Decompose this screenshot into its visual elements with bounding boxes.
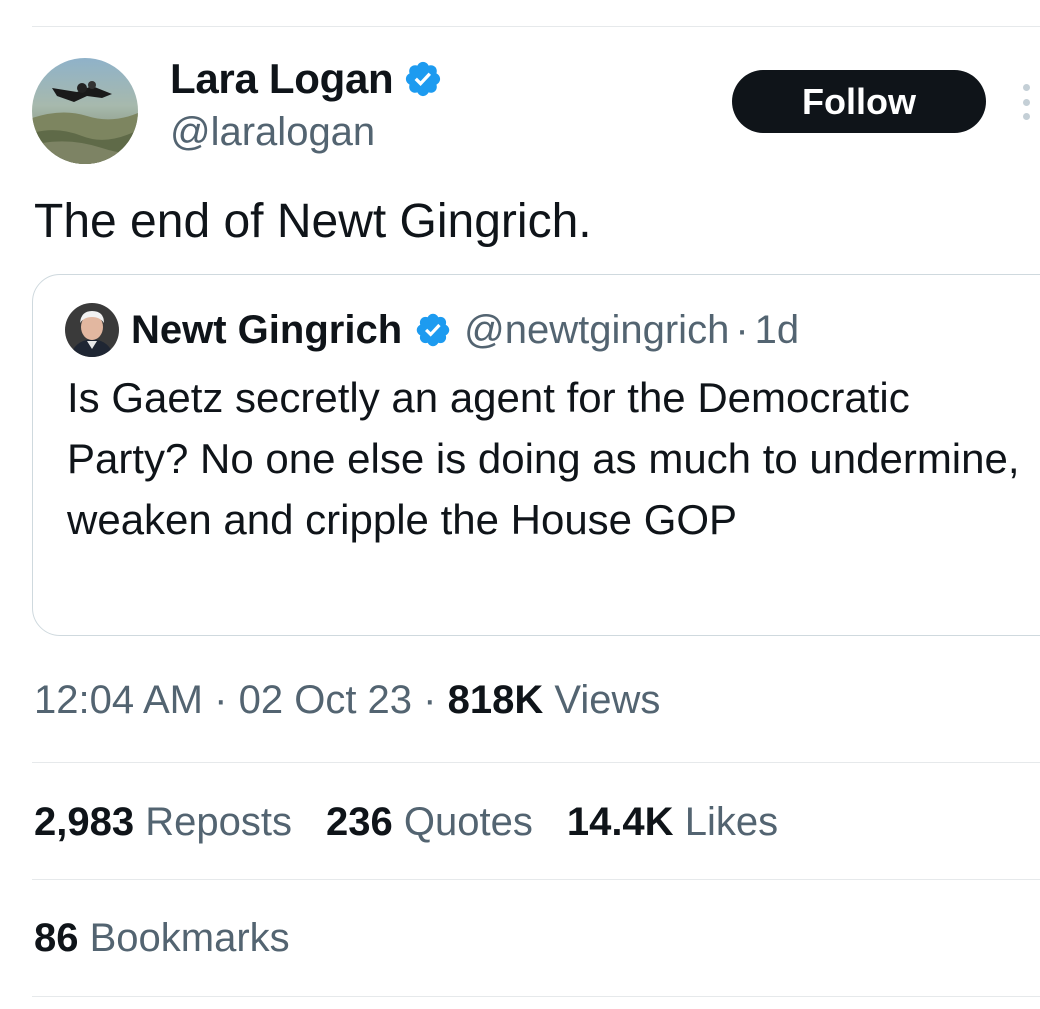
- bookmarks-label: Bookmarks: [89, 916, 290, 960]
- author-handle[interactable]: @laralogan: [170, 110, 375, 155]
- skydiver-avatar-icon: [32, 58, 138, 164]
- meta-separator: ·: [214, 678, 228, 722]
- views-count: 818K: [447, 678, 544, 722]
- likes-count: 14.4K: [566, 800, 674, 844]
- quote-text: Is Gaetz secretly an agent for the Democ…: [67, 374, 1020, 543]
- quotes-stat[interactable]: 236 Quotes: [326, 800, 533, 845]
- divider: [32, 879, 1040, 880]
- quotes-count: 236: [325, 800, 393, 844]
- quote-author-handle: @newtgingrich: [464, 307, 730, 352]
- quotes-label: Quotes: [403, 800, 533, 844]
- reposts-count: 2,983: [34, 800, 135, 844]
- meta-separator: ·: [423, 678, 437, 722]
- quoted-tweet-card[interactable]: Newt Gingrich @newtgingrich · 1d Is Gaet…: [32, 274, 1040, 636]
- author-name-row: Lara Logan: [170, 55, 443, 103]
- quote-author-name: Newt Gingrich: [131, 307, 403, 352]
- tweet-date[interactable]: 02 Oct 23: [239, 678, 412, 722]
- top-divider: [32, 26, 1040, 27]
- quote-header: Newt Gingrich @newtgingrich · 1d: [131, 303, 799, 357]
- tweet-text: The end of Newt Gingrich.: [34, 195, 592, 248]
- portrait-avatar-icon: [65, 303, 119, 357]
- author-avatar[interactable]: [32, 58, 138, 164]
- tweet-meta: 12:04 AM · 02 Oct 23 · 818K Views: [34, 678, 660, 723]
- reposts-label: Reposts: [145, 800, 292, 844]
- views-label: Views: [554, 678, 661, 722]
- divider: [32, 996, 1040, 997]
- more-options-icon[interactable]: [1018, 84, 1034, 120]
- likes-stat[interactable]: 14.4K Likes: [567, 800, 778, 845]
- quote-timestamp: 1d: [754, 307, 800, 352]
- reposts-stat[interactable]: 2,983 Reposts: [34, 800, 292, 845]
- quote-separator: ·: [735, 307, 749, 352]
- likes-label: Likes: [684, 800, 779, 844]
- verified-badge-icon: [414, 311, 452, 349]
- follow-button[interactable]: Follow: [732, 70, 986, 133]
- bookmarks-stat[interactable]: 86 Bookmarks: [34, 916, 290, 961]
- quote-author-avatar[interactable]: [65, 303, 119, 357]
- bookmarks-count: 86: [34, 916, 79, 960]
- engagement-stats: 2,983 Reposts 236 Quotes 14.4K Likes: [34, 800, 778, 845]
- verified-badge-icon: [403, 59, 443, 99]
- author-name[interactable]: Lara Logan: [170, 55, 394, 103]
- divider: [32, 762, 1040, 763]
- tweet-time[interactable]: 12:04 AM: [34, 678, 203, 722]
